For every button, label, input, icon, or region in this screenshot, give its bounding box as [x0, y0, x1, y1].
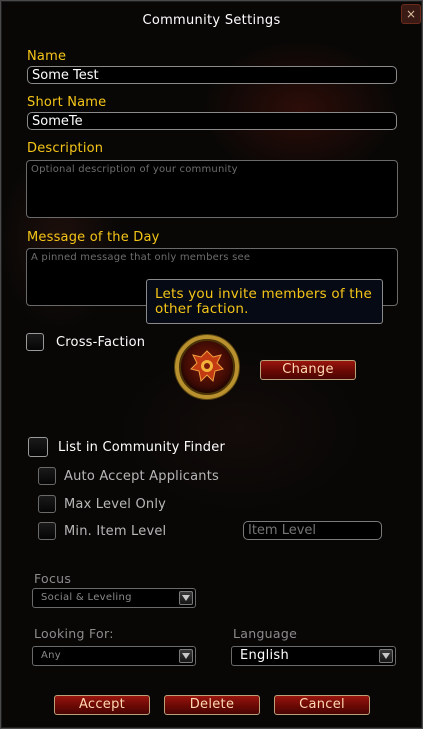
min-item-level-checkbox[interactable] [38, 522, 56, 540]
short-name-label: Short Name [27, 95, 107, 110]
auto-accept-checkbox[interactable] [38, 467, 56, 485]
max-level-checkbox[interactable] [38, 495, 56, 513]
cross-faction-checkbox[interactable] [26, 333, 44, 351]
chevron-down-icon[interactable] [179, 649, 193, 663]
min-item-level-label: Min. Item Level [64, 524, 167, 539]
language-value: English [240, 648, 290, 663]
auto-accept-label: Auto Accept Applicants [64, 469, 219, 484]
language-label: Language [233, 626, 298, 641]
cancel-button[interactable]: Cancel [274, 695, 370, 715]
motd-label: Message of the Day [27, 230, 160, 245]
delete-button[interactable]: Delete [164, 695, 260, 715]
description-textarea[interactable]: Optional description of your community [26, 160, 398, 218]
name-label: Name [27, 49, 67, 64]
close-button[interactable]: × [401, 4, 421, 24]
cross-faction-tooltip: Lets you invite members of the other fac… [146, 279, 383, 324]
chevron-down-icon[interactable] [179, 591, 193, 605]
focus-label: Focus [34, 571, 72, 586]
max-level-label: Max Level Only [64, 497, 167, 512]
list-in-finder-checkbox[interactable] [28, 437, 48, 457]
chevron-down-icon[interactable] [379, 649, 393, 663]
item-level-input[interactable] [243, 521, 382, 540]
looking-for-label: Looking For: [34, 626, 114, 641]
list-in-finder-label: List in Community Finder [58, 440, 225, 455]
description-label: Description [27, 141, 104, 156]
language-dropdown[interactable]: English [231, 646, 396, 666]
cross-faction-label: Cross-Faction [56, 335, 146, 350]
name-input[interactable] [27, 66, 397, 84]
dialog-title: Community Settings [142, 13, 281, 28]
short-name-input[interactable] [27, 112, 397, 130]
horde-crest-icon[interactable] [175, 335, 239, 399]
focus-value: Social & Leveling [41, 592, 132, 603]
focus-dropdown[interactable]: Social & Leveling [32, 588, 196, 608]
change-emblem-button[interactable]: Change [260, 360, 356, 380]
looking-for-dropdown[interactable]: Any [32, 646, 196, 666]
accept-button[interactable]: Accept [54, 695, 150, 715]
looking-for-value: Any [41, 650, 61, 661]
